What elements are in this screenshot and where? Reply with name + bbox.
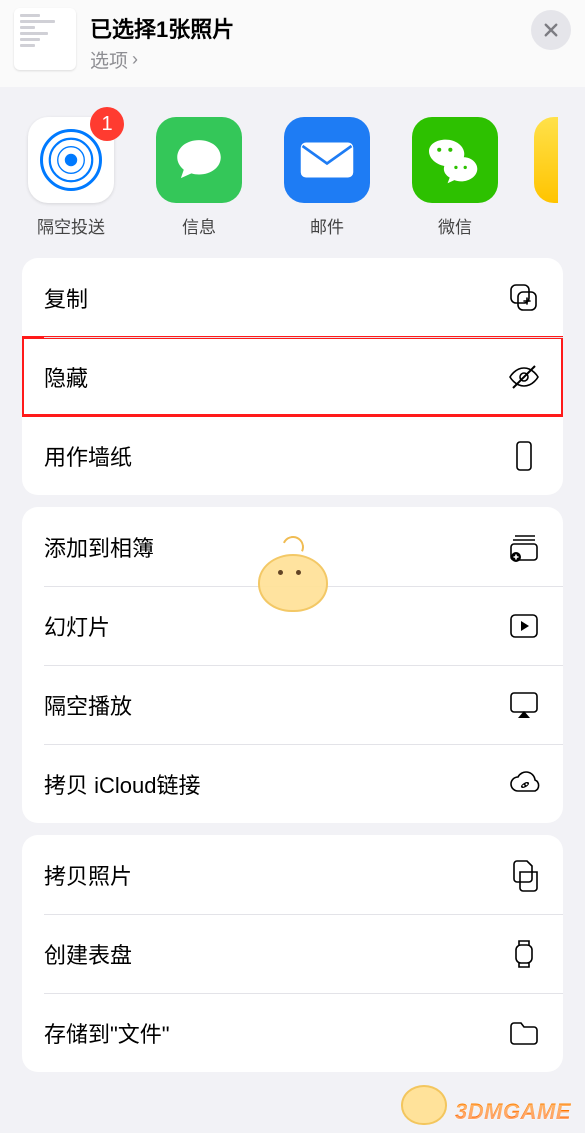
action-add-album[interactable]: 添加到相簿 <box>22 507 563 586</box>
eye-off-icon <box>507 360 541 394</box>
wechat-icon <box>412 117 498 203</box>
app-mail[interactable]: 邮件 <box>278 117 376 238</box>
airdrop-icon: 1 <box>28 117 114 203</box>
close-icon <box>542 21 560 39</box>
options-label: 选项 <box>90 46 128 73</box>
mail-icon <box>284 117 370 203</box>
app-wechat[interactable]: 微信 <box>406 117 504 238</box>
watermark-text: 3DMGAME <box>455 1099 571 1125</box>
action-copy-photo[interactable]: 拷贝照片 <box>22 835 563 914</box>
action-group-1: 复制 隐藏 用作墙纸 <box>22 258 563 495</box>
action-label: 拷贝 iCloud链接 <box>44 768 200 800</box>
action-label: 存储到"文件" <box>44 1017 170 1049</box>
options-link[interactable]: 选项 › <box>90 46 138 73</box>
app-label: 邮件 <box>310 213 344 238</box>
action-label: 创建表盘 <box>44 938 132 970</box>
documents-icon <box>507 858 541 892</box>
airplay-icon <box>507 688 541 722</box>
folder-icon <box>507 1016 541 1050</box>
watch-icon <box>507 937 541 971</box>
action-label: 隐藏 <box>44 361 88 393</box>
chevron-right-icon: › <box>132 49 138 70</box>
app-label: 隔空投送 <box>37 213 105 238</box>
app-label: 微信 <box>438 213 472 238</box>
action-slideshow[interactable]: 幻灯片 <box>22 586 563 665</box>
app-airdrop[interactable]: 1 隔空投送 <box>22 117 120 238</box>
close-button[interactable] <box>531 10 571 50</box>
messages-icon <box>156 117 242 203</box>
album-add-icon <box>507 530 541 564</box>
copy-icon <box>507 281 541 315</box>
action-hide[interactable]: 隐藏 <box>22 337 563 416</box>
airdrop-badge: 1 <box>90 107 124 141</box>
action-label: 用作墙纸 <box>44 440 132 472</box>
action-watchface[interactable]: 创建表盘 <box>22 914 563 993</box>
action-wallpaper[interactable]: 用作墙纸 <box>22 416 563 495</box>
action-icloud-link[interactable]: 拷贝 iCloud链接 <box>22 744 563 823</box>
action-airplay[interactable]: 隔空播放 <box>22 665 563 744</box>
share-app-row: 1 隔空投送 信息 邮件 微信 <box>0 87 585 258</box>
action-label: 拷贝照片 <box>44 859 132 891</box>
action-label: 复制 <box>44 282 88 314</box>
action-label: 添加到相簿 <box>44 531 154 563</box>
app-partial-next[interactable] <box>534 117 558 203</box>
share-header: 已选择1张照片 选项 › <box>0 0 585 87</box>
app-messages[interactable]: 信息 <box>150 117 248 238</box>
site-watermark: 3DMGAME <box>399 1081 571 1125</box>
action-group-3: 拷贝照片 创建表盘 存储到"文件" <box>22 835 563 1072</box>
action-label: 隔空播放 <box>44 689 132 721</box>
action-label: 幻灯片 <box>44 610 110 642</box>
action-group-2: 添加到相簿 幻灯片 隔空播放 拷贝 iCloud链接 <box>22 507 563 823</box>
header-title: 已选择1张照片 <box>90 12 517 44</box>
app-label: 信息 <box>182 213 216 238</box>
action-save-files[interactable]: 存储到"文件" <box>22 993 563 1072</box>
action-copy[interactable]: 复制 <box>22 258 563 337</box>
phone-icon <box>507 439 541 473</box>
photo-thumbnail[interactable] <box>14 8 76 70</box>
play-icon <box>507 609 541 643</box>
cloud-link-icon <box>507 767 541 801</box>
